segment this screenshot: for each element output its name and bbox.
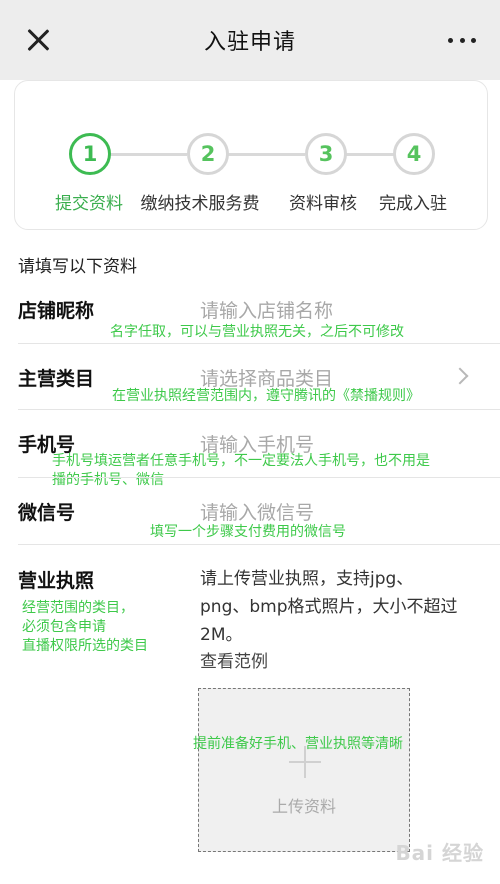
- divider: [18, 477, 500, 478]
- upload-button[interactable]: 上传资料: [198, 688, 410, 852]
- divider: [18, 544, 500, 545]
- step-3-indicator: 3: [305, 133, 347, 175]
- watermark: Bai 经验: [395, 841, 484, 865]
- upload-annotation: 提前准备好手机、营业执照等清晰: [193, 736, 403, 752]
- form-container: 1 2 3 4 提交资料 缴纳技术服务费 资料审核 完成入驻 请填写以下资料 店…: [0, 80, 500, 884]
- license-annotation-line1: 经营范围的类目，: [22, 600, 134, 616]
- store-name-annotation: 名字任取，可以与营业执照无关，之后不可修改: [110, 324, 404, 340]
- store-name-input[interactable]: 请输入店铺名称: [200, 296, 333, 323]
- nav-bar: 入驻申请: [0, 0, 500, 80]
- wechat-annotation: 填写一个步骤支付费用的微信号: [150, 524, 346, 540]
- license-annotation-line3: 直播权限所选的类目: [22, 638, 148, 654]
- chevron-right-icon[interactable]: [451, 367, 469, 385]
- license-annotation-line2: 必须包含申请: [22, 619, 106, 635]
- category-annotation: 在营业执照经营范围内，遵守腾讯的《禁播规则》: [112, 388, 420, 404]
- step-2-indicator: 2: [187, 133, 229, 175]
- section-title: 请填写以下资料: [18, 257, 137, 277]
- progress-steps: 1 2 3 4 提交资料 缴纳技术服务费 资料审核 完成入驻: [14, 80, 488, 230]
- step-connector: [107, 153, 187, 156]
- phone-annotation-line1: 手机号填运营者任意手机号，不一定要法人手机号，也不用是: [52, 453, 430, 469]
- license-label: 营业执照: [18, 570, 95, 592]
- step-connector: [225, 153, 305, 156]
- step-3-label: 资料审核: [289, 194, 357, 214]
- upload-label: 上传资料: [271, 797, 336, 816]
- divider: [18, 343, 500, 344]
- category-label: 主营类目: [18, 368, 95, 390]
- license-description: 请上传营业执照，支持jpg、png、bmp格式照片，大小不超过2M。: [200, 569, 458, 645]
- step-1-indicator: 1: [69, 133, 111, 175]
- step-4-indicator: 4: [393, 133, 435, 175]
- more-icon[interactable]: [448, 34, 476, 46]
- store-name-label: 店铺昵称: [18, 300, 95, 322]
- step-4-label: 完成入驻: [379, 194, 447, 214]
- step-1-label: 提交资料: [55, 194, 123, 214]
- page-title: 入驻申请: [203, 30, 296, 55]
- divider: [18, 409, 500, 410]
- wechat-label: 微信号: [18, 502, 76, 524]
- phone-annotation-line2: 播的手机号、微信: [52, 472, 164, 488]
- view-example-link[interactable]: 查看范例: [200, 647, 268, 672]
- step-2-label: 缴纳技术服务费: [140, 194, 260, 214]
- wechat-input[interactable]: 请输入微信号: [200, 498, 314, 525]
